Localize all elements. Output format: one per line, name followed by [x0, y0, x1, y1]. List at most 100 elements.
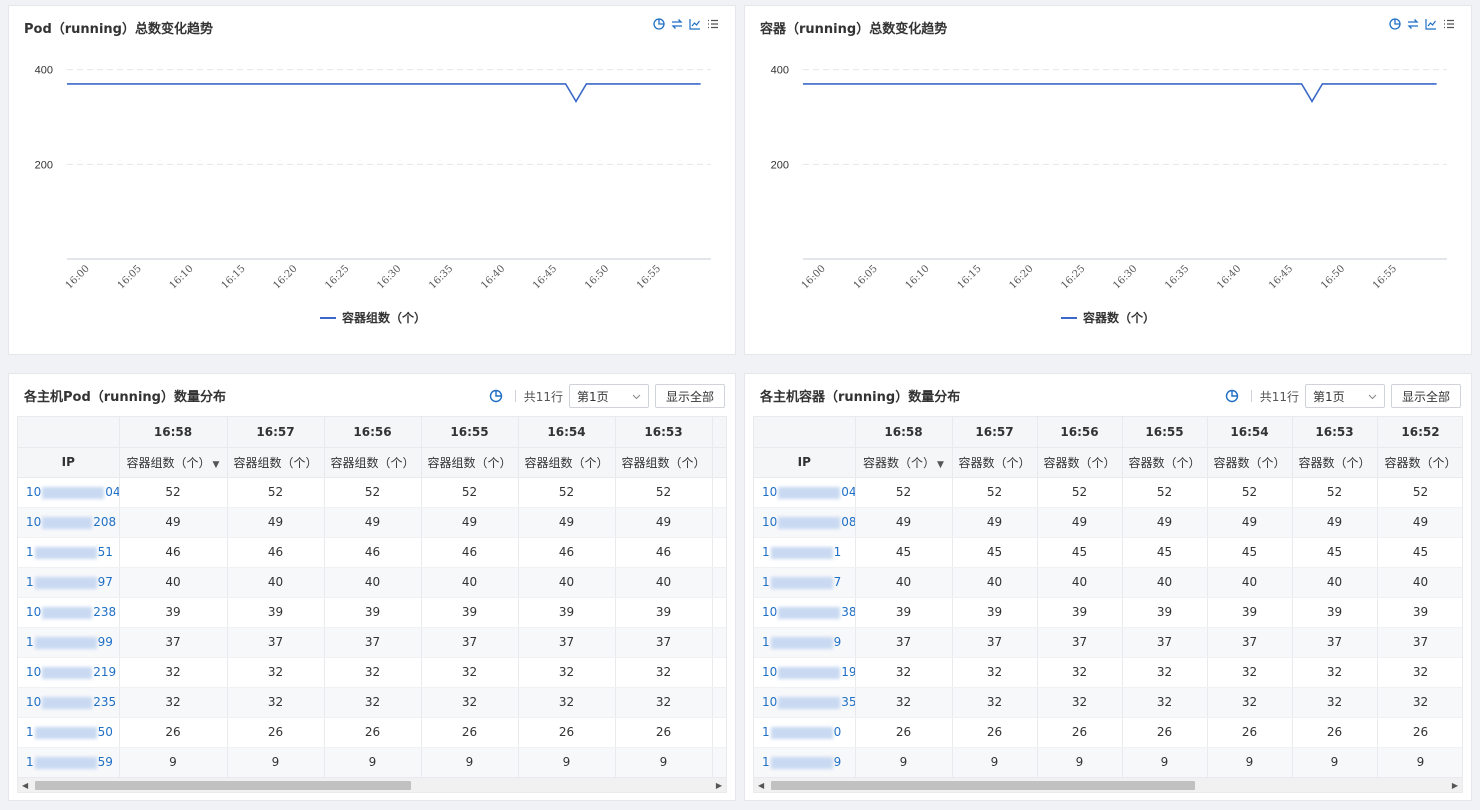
ip-link[interactable]: 17 [754, 567, 856, 598]
value-cell: 39 [1292, 597, 1378, 628]
metric-header[interactable]: 容器组数（个） [421, 447, 519, 478]
x-tick-label: 16:30 [1111, 263, 1139, 291]
ip-link[interactable]: 10 04 [18, 477, 120, 508]
value-cell: 32 [227, 657, 325, 688]
value-cell: 46 [615, 537, 713, 568]
scroll-thumb[interactable] [35, 781, 411, 790]
ip-link[interactable]: 10 38 [754, 597, 856, 628]
pie-chart-icon[interactable] [1225, 389, 1239, 403]
value-cell: 52 [227, 477, 325, 508]
horizontal-scrollbar[interactable]: ◀ ▶ [753, 777, 1463, 793]
metric-header[interactable]: 容器组数（个） [324, 447, 422, 478]
value-cell: 26 [1122, 717, 1208, 748]
value-cell: 40 [1037, 567, 1123, 598]
x-tick-label: 16:05 [116, 263, 144, 291]
ip-link[interactable]: 10 19 [754, 657, 856, 688]
ip-link[interactable]: 10 04 [754, 477, 856, 508]
horizontal-scrollbar[interactable]: ◀ ▶ [17, 777, 727, 793]
metric-header[interactable]: 容器数（个） [1292, 447, 1378, 478]
scroll-right-icon[interactable]: ▶ [716, 781, 722, 790]
legend-label: 容器组数（个） [342, 311, 427, 325]
page-select-value: 第1页 [1312, 389, 1345, 404]
value-cell: 37 [1207, 627, 1293, 658]
scroll-left-icon[interactable]: ◀ [22, 781, 28, 790]
value-cell: 32 [324, 687, 422, 718]
value-cell: 37 [227, 627, 325, 658]
container-trend-panel: 容器（running）总数变化趋势 200 400 16:00 16:05 16:10 1… [744, 5, 1472, 355]
metric-header[interactable]: 容器数（个） [1122, 447, 1208, 478]
ip-link[interactable]: 1 59 [18, 747, 120, 777]
metric-header-partial[interactable]: 容 [712, 447, 726, 478]
ip-link[interactable]: 11 [754, 537, 856, 568]
ip-link[interactable]: 10 238 [18, 597, 120, 628]
metric-header[interactable]: 容器数（个） [952, 447, 1038, 478]
ip-link[interactable]: 1 51 [18, 537, 120, 568]
value-cell-clipped [712, 657, 726, 688]
ip-link[interactable]: 10 208 [18, 507, 120, 538]
ip-link[interactable]: 19 [754, 627, 856, 658]
x-tick-label: 16:15 [220, 263, 248, 291]
sort-desc-icon[interactable]: ▼ [213, 460, 220, 470]
container-chart-legend[interactable]: 容器数（个） [1061, 309, 1155, 326]
metric-header[interactable]: 容器数（个） [1207, 447, 1293, 478]
scroll-right-icon[interactable]: ▶ [1452, 781, 1458, 790]
ip-prefix: 1 [762, 545, 770, 559]
ip-suffix: 35 [841, 695, 854, 709]
legend-swatch [320, 316, 336, 319]
ip-link[interactable]: 10 08 [754, 507, 856, 538]
value-cell: 37 [1037, 627, 1123, 658]
page-select[interactable]: 第1页 [1304, 384, 1385, 408]
ip-header[interactable]: IP [18, 447, 120, 478]
ip-prefix: 1 [762, 635, 770, 649]
ip-link[interactable]: 1 50 [18, 717, 120, 748]
ip-redaction [778, 666, 841, 679]
scroll-left-icon[interactable]: ◀ [758, 781, 764, 790]
ip-redaction [34, 576, 97, 589]
x-tick-label: 16:00 [64, 263, 92, 291]
value-cell: 32 [952, 687, 1038, 718]
value-cell: 9 [615, 747, 713, 777]
value-cell: 26 [1207, 717, 1293, 748]
ip-link[interactable]: 10 [754, 717, 856, 748]
metric-header[interactable]: 容器组数（个） [615, 447, 713, 478]
sort-desc-icon[interactable]: ▼ [937, 460, 944, 470]
value-cell: 40 [615, 567, 713, 598]
ip-prefix: 1 [762, 755, 770, 769]
pie-chart-icon[interactable] [489, 389, 503, 403]
ip-link[interactable]: 10 235 [18, 687, 120, 718]
ip-header-spacer [18, 417, 120, 448]
ip-link[interactable]: 1 99 [18, 627, 120, 658]
pod-trend-panel: Pod（running）总数变化趋势 200 400 16:00 16:05 16:10… [8, 5, 736, 355]
metric-header-sorted[interactable]: 容器数（个） ▼ [855, 447, 953, 478]
metric-header[interactable]: 容器组数（个） [518, 447, 616, 478]
ip-prefix: 10 [26, 515, 42, 529]
value-cell: 32 [227, 687, 325, 718]
scroll-thumb[interactable] [771, 781, 1195, 790]
time-header [712, 417, 726, 448]
metric-header[interactable]: 容器组数（个） [227, 447, 325, 478]
ip-link[interactable]: 10 35 [754, 687, 856, 718]
metric-header[interactable]: 容器数（个） [1037, 447, 1123, 478]
show-all-button[interactable]: 显示全部 [1390, 384, 1461, 408]
ip-header[interactable]: IP [754, 447, 856, 478]
value-cell-clipped [712, 717, 726, 748]
value-cell: 52 [1292, 477, 1378, 508]
value-cell: 32 [421, 657, 519, 688]
metric-header-sorted[interactable]: 容器组数（个） ▼ [119, 447, 228, 478]
pod-chart-legend[interactable]: 容器组数（个） [320, 309, 426, 326]
page-select[interactable]: 第1页 [568, 384, 649, 408]
table-row: 1 0 26 26 26 26 26 26 26 [754, 717, 1462, 748]
pod-distribution-title: 各主机Pod（running）数量分布 [24, 390, 226, 405]
x-tick-label: 16:10 [904, 263, 932, 291]
pod-trend-chart: 200 400 16:00 16:05 16:10 16:15 16:20 16:25 16:3… [35, 65, 711, 292]
value-cell: 9 [227, 747, 325, 777]
ip-link[interactable]: 1 97 [18, 567, 120, 598]
value-cell: 26 [518, 717, 616, 748]
metric-header[interactable]: 容器数（个） [1377, 447, 1462, 478]
value-cell: 40 [518, 567, 616, 598]
ip-prefix: 10 [762, 695, 778, 709]
value-cell: 37 [1292, 627, 1378, 658]
ip-link[interactable]: 10 219 [18, 657, 120, 688]
show-all-button[interactable]: 显示全部 [654, 384, 725, 408]
ip-link[interactable]: 19 [754, 747, 856, 777]
